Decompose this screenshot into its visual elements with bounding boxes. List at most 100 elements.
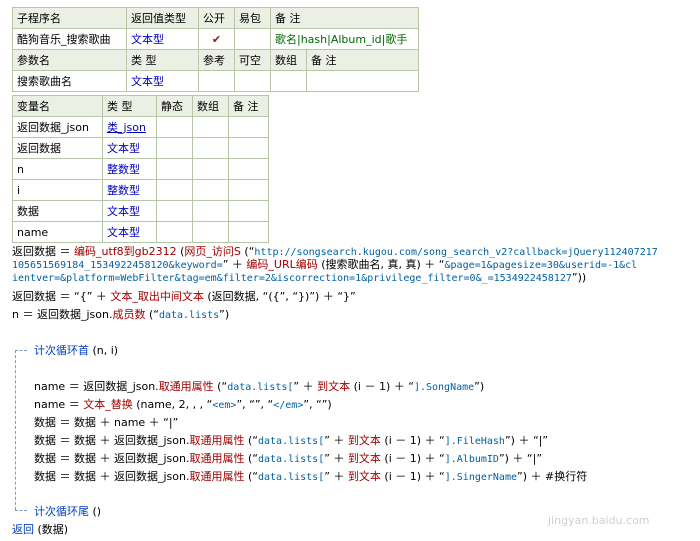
loop-body-line-4[interactable]: 数据 ＝ 数据 ＋ 返回数据_json.取通用属性 (“data.lists[ ”… <box>34 434 548 448</box>
string-literal: &page=1&pagesize=30&userid=-1&cl <box>444 260 638 271</box>
param-name-cell[interactable]: 搜索歌曲名 <box>12 70 127 92</box>
var-static-cell[interactable] <box>156 137 193 159</box>
var-name-cell[interactable]: 返回数据 <box>12 137 103 159</box>
loop-guide-line <box>15 350 16 510</box>
loop-body-line-6[interactable]: 数据 ＝ 数据 ＋ 返回数据_json.取通用属性 (“data.lists[”… <box>34 470 587 484</box>
header-param-array: 数组 <box>270 49 307 71</box>
var-array-cell[interactable] <box>192 179 229 201</box>
header-var-name: 变量名 <box>12 95 103 117</box>
sub-name-cell[interactable]: 酷狗音乐_搜索歌曲 <box>12 28 127 50</box>
var-type-cell[interactable]: 类_json <box>102 116 157 138</box>
variable-table: 变量名 类 型 静态 数组 备 注 返回数据_json 类_json 返回数据 … <box>12 95 269 243</box>
var-name-cell[interactable]: 返回数据_json <box>12 116 103 138</box>
var-static-cell[interactable] <box>156 179 193 201</box>
easy-pkg-cell[interactable] <box>234 28 271 50</box>
remark-cell[interactable]: 歌名|hash|Album_id|歌手 <box>270 28 419 50</box>
var-remark-cell[interactable] <box>228 221 269 243</box>
return-line[interactable]: 返回 (数据) <box>12 523 68 536</box>
code-text: ”, “”, “ <box>236 398 274 411</box>
table-row[interactable]: 数据 文本型 <box>12 200 269 222</box>
string-literal: data.lists[ <box>257 436 325 447</box>
var-static-cell[interactable] <box>156 221 193 243</box>
code-line-3[interactable]: n ＝ 返回数据_json.成员数 (“data.lists”) <box>12 308 229 322</box>
var-array-cell[interactable] <box>192 137 229 159</box>
var-array-cell[interactable] <box>192 116 229 138</box>
var-remark-cell[interactable] <box>228 158 269 180</box>
var-static-cell[interactable] <box>156 158 193 180</box>
code-text: ” ＋ <box>324 452 348 465</box>
var-type-cell[interactable]: 整数型 <box>102 158 157 180</box>
code-text: ”) ＋ “|” <box>504 434 549 447</box>
function-name: 取通用属性 <box>189 434 245 447</box>
code-line-1-cont[interactable]: 105651569184_1534922458120&keyword=” ＋ 编… <box>12 258 637 272</box>
var-remark-cell[interactable] <box>228 116 269 138</box>
header-public: 公开 <box>198 7 235 29</box>
function-name: 网页_访问S <box>184 245 241 258</box>
return-keyword: 返回 <box>12 523 34 536</box>
loop-body-line-3[interactable]: 数据 ＝ 数据 ＋ name ＋ “|” <box>34 416 178 429</box>
table-row[interactable]: 返回数据 文本型 <box>12 137 269 159</box>
code-text: (i － 1) ＋ “ <box>350 380 414 393</box>
var-array-cell[interactable] <box>192 221 229 243</box>
loop-body-line-5[interactable]: 数据 ＝ 数据 ＋ 返回数据_json.取通用属性 (“data.lists[”… <box>34 452 542 466</box>
var-type-cell[interactable]: 文本型 <box>102 200 157 222</box>
param-remark-cell[interactable] <box>306 70 419 92</box>
table-row[interactable]: i 整数型 <box>12 179 269 201</box>
var-type-cell[interactable]: 文本型 <box>102 221 157 243</box>
var-array-cell[interactable] <box>192 200 229 222</box>
header-var-static: 静态 <box>156 95 193 117</box>
code-text: (“ <box>244 452 258 465</box>
header-param-name: 参数名 <box>12 49 127 71</box>
var-remark-cell[interactable] <box>228 137 269 159</box>
code-text: (i － 1) ＋ “ <box>380 452 445 465</box>
param-nullable-cell[interactable] <box>234 70 271 92</box>
code-text: n ＝ 返回数据_json. <box>12 308 113 321</box>
param-ref-cell[interactable] <box>198 70 235 92</box>
loop-end-keyword: 计次循环尾 <box>34 505 89 518</box>
loop-body-line-1[interactable]: name ＝ 返回数据_json.取通用属性 (“data.lists[” ＋ … <box>34 380 484 394</box>
code-text: () <box>89 505 102 518</box>
var-name-cell[interactable]: i <box>12 179 103 201</box>
code-text: 数据 ＝ 数据 ＋ 返回数据_json. <box>34 470 190 483</box>
string-literal: data.lists[ <box>257 454 325 465</box>
code-text: 数据 ＝ 数据 ＋ 返回数据_json. <box>34 434 190 447</box>
var-remark-cell[interactable] <box>228 200 269 222</box>
code-line-1-cont2[interactable]: ientver=&platform=WebFilter&tag=em&filte… <box>12 271 586 285</box>
code-text: ”)) <box>571 271 587 284</box>
var-type-cell[interactable]: 整数型 <box>102 179 157 201</box>
string-literal: data.lists[ <box>257 472 325 483</box>
var-type-cell[interactable]: 文本型 <box>102 137 157 159</box>
loop-end-line[interactable]: 计次循环尾 () <box>34 505 101 518</box>
table-row[interactable]: 返回数据_json 类_json <box>12 116 269 138</box>
param-array-cell[interactable] <box>270 70 307 92</box>
table-row[interactable]: n 整数型 <box>12 158 269 180</box>
loop-start-line[interactable]: 计次循环首 (n, i) <box>34 344 118 357</box>
function-name: 取通用属性 <box>189 452 245 465</box>
string-literal: <em> <box>212 400 237 411</box>
code-text: ”) ＋ “|” <box>498 452 543 465</box>
code-text: (数据) <box>34 523 69 536</box>
code-text: name ＝ 返回数据_json. <box>34 380 159 393</box>
var-name-cell[interactable]: n <box>12 158 103 180</box>
var-static-cell[interactable] <box>156 116 193 138</box>
var-static-cell[interactable] <box>156 200 193 222</box>
var-name-cell[interactable]: 数据 <box>12 200 103 222</box>
code-text: (“ <box>244 434 258 447</box>
var-remark-cell[interactable] <box>228 179 269 201</box>
var-array-cell[interactable] <box>192 158 229 180</box>
loop-body-line-2[interactable]: name ＝ 文本_替换 (name, 2, , , “<em>”, “”, “… <box>34 398 332 412</box>
code-text: ” ＋ <box>293 380 318 393</box>
code-text: ”) <box>219 308 230 321</box>
param-type-cell[interactable]: 文本型 <box>126 70 199 92</box>
code-line-2[interactable]: 返回数据 ＝ “{” ＋ 文本_取出中间文本 (返回数据, “({”, “})”… <box>12 290 356 303</box>
table-row[interactable]: name 文本型 <box>12 221 269 243</box>
loop-start-arrow <box>15 350 27 351</box>
code-line-1[interactable]: 返回数据 ＝ 编码_utf8到gb2312 (网页_访问S (“http://s… <box>12 245 658 259</box>
code-text: (name, 2, , , “ <box>132 398 213 411</box>
public-check-icon[interactable]: ✔ <box>198 28 235 50</box>
return-type-cell[interactable]: 文本型 <box>126 28 199 50</box>
header-var-array: 数组 <box>192 95 229 117</box>
header-param-ref: 参考 <box>198 49 235 71</box>
var-name-cell[interactable]: name <box>12 221 103 243</box>
code-text: 数据 ＝ 数据 ＋ name ＋ “|” <box>34 416 179 429</box>
